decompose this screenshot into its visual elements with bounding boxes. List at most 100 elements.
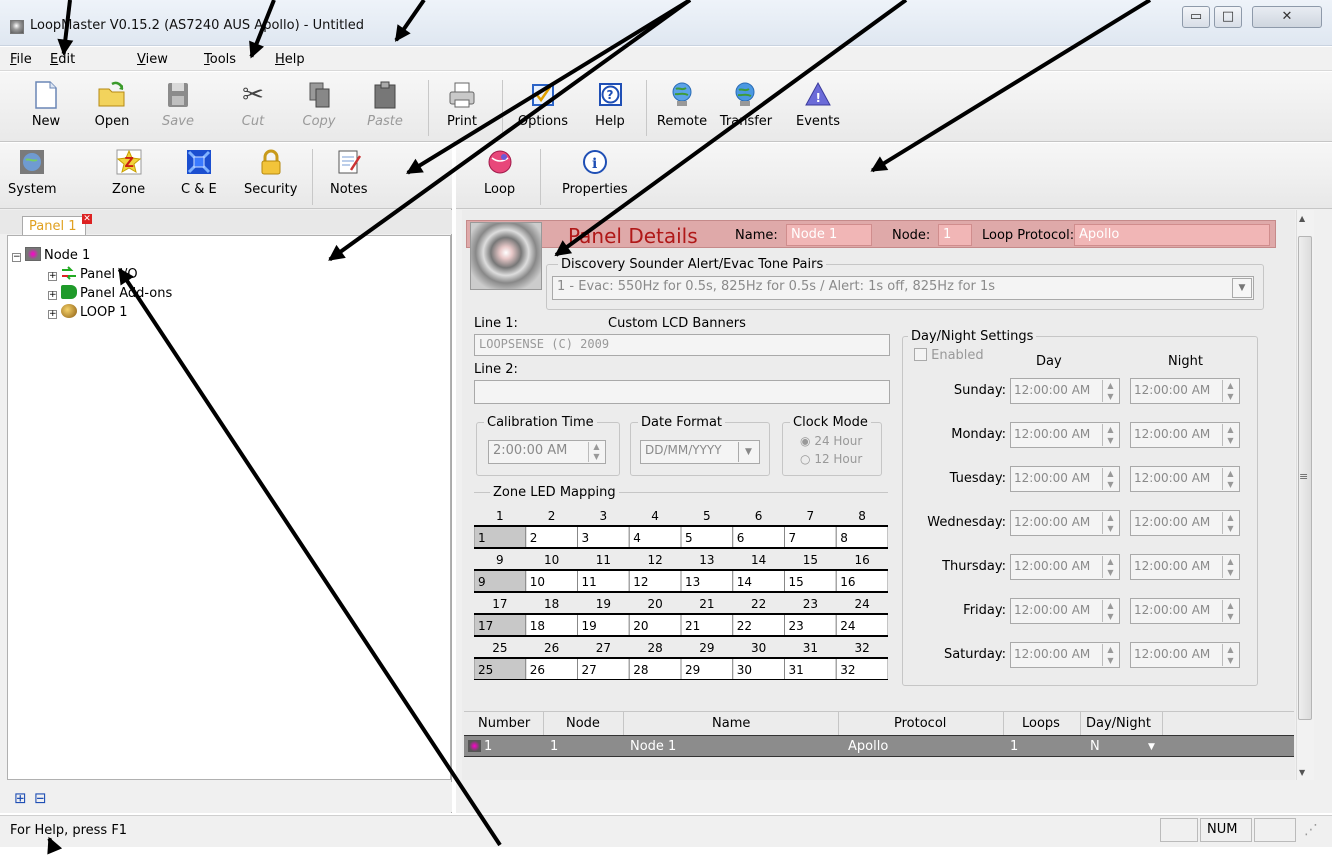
remote-button[interactable]: Remote	[652, 78, 712, 138]
spinner-arrows-icon[interactable]: ▲ ▼	[1222, 512, 1238, 534]
zone-led-mapped-value[interactable]: 7	[789, 531, 797, 545]
spinner-arrows-icon[interactable]: ▲ ▼	[1222, 380, 1238, 402]
col-day-night[interactable]: Day/Night	[1086, 716, 1151, 731]
menu-tools[interactable]: Tools	[204, 52, 236, 67]
spinner-arrows-icon[interactable]: ▲ ▼	[1222, 468, 1238, 490]
spinner-arrows-icon[interactable]: ▲ ▼	[1222, 644, 1238, 666]
notes-button[interactable]: Notes	[330, 148, 368, 197]
zone-button[interactable]: Z Zone	[112, 148, 145, 197]
zone-led-mapped-value[interactable]: 6	[737, 531, 745, 545]
zone-led-mapped-value[interactable]: 10	[530, 575, 545, 589]
tree-node-1[interactable]: − Node 1	[12, 247, 90, 263]
date-format-dropdown-icon[interactable]: ▼	[738, 442, 758, 462]
zone-led-mapped-value[interactable]: 26	[530, 663, 545, 677]
zone-led-mapped-value[interactable]: 9	[478, 575, 486, 589]
scroll-down-icon[interactable]: ▼	[1299, 768, 1305, 777]
open-button[interactable]: Open	[82, 78, 142, 138]
loop-button[interactable]: Loop	[484, 148, 515, 197]
save-button[interactable]: Save	[148, 78, 208, 138]
spinner-arrows-icon[interactable]: ▲ ▼	[1222, 600, 1238, 622]
col-number[interactable]: Number	[478, 716, 530, 731]
row-day-night[interactable]: N	[1090, 739, 1100, 754]
col-node[interactable]: Node	[566, 716, 600, 731]
line1-field[interactable]: LOOPSENSE (C) 2009	[474, 334, 890, 356]
scroll-up-icon[interactable]: ▲	[1299, 214, 1305, 223]
zone-led-mapped-value[interactable]: 27	[582, 663, 597, 677]
zone-led-mapped-value[interactable]: 22	[737, 619, 752, 633]
maximize-button[interactable]: □	[1214, 6, 1242, 28]
help-button[interactable]: ? Help	[580, 78, 640, 138]
paste-button[interactable]: Paste	[355, 78, 415, 138]
name-field[interactable]: Node 1	[786, 224, 872, 246]
spinner-arrows-icon[interactable]: ▲ ▼	[1222, 424, 1238, 446]
zone-led-mapped-value[interactable]: 12	[633, 575, 648, 589]
col-loops[interactable]: Loops	[1022, 716, 1060, 731]
spinner-arrows-icon[interactable]: ▲ ▼	[1102, 380, 1118, 402]
new-button[interactable]: New	[16, 78, 76, 138]
cause-effect-button[interactable]: C & E	[181, 148, 217, 197]
zone-led-mapped-value[interactable]: 29	[685, 663, 700, 677]
spinner-arrows-icon[interactable]: ▲ ▼	[1102, 600, 1118, 622]
enabled-checkbox[interactable]: Enabled	[914, 348, 984, 363]
zone-led-mapped-value[interactable]: 31	[789, 663, 804, 677]
close-button[interactable]: ✕	[1252, 6, 1322, 28]
minimize-button[interactable]: ▭	[1182, 6, 1210, 28]
spinner-arrows-icon[interactable]: ▲ ▼	[1102, 468, 1118, 490]
zone-led-mapped-value[interactable]: 24	[840, 619, 855, 633]
copy-button[interactable]: Copy	[289, 78, 349, 138]
clock-12-radio[interactable]: ○ 12 Hour	[800, 452, 862, 466]
tab-close-icon[interactable]: ✕	[82, 214, 92, 224]
zone-led-mapped-value[interactable]: 8	[840, 531, 848, 545]
zone-led-mapped-value[interactable]: 15	[789, 575, 804, 589]
clock-24-radio[interactable]: ◉ 24 Hour	[800, 434, 862, 448]
zone-led-mapped-value[interactable]: 2	[530, 531, 538, 545]
resize-grip-icon[interactable]: ⋰	[1304, 822, 1324, 842]
spinner-arrows-icon[interactable]: ▲ ▼	[1102, 644, 1118, 666]
loop-protocol-field[interactable]: Apollo	[1074, 224, 1270, 246]
menu-view[interactable]: View	[137, 52, 168, 67]
security-button[interactable]: Security	[244, 148, 297, 197]
zone-led-mapped-value[interactable]: 20	[633, 619, 648, 633]
zone-led-grid[interactable]: 1 2 3 4 5 6 7 81 2 3 4 5 6 7 89 10 11 12 13 14 15 169 10 11 12 13…	[474, 504, 888, 680]
tree-collapse-icon[interactable]: −	[12, 253, 21, 262]
spinner-arrows-icon[interactable]: ▲ ▼	[1102, 424, 1118, 446]
cut-button[interactable]: ✂ Cut	[223, 78, 283, 138]
zone-led-mapped-value[interactable]: 28	[633, 663, 648, 677]
zone-led-mapped-value[interactable]: 16	[840, 575, 855, 589]
calibration-spinner-arrows-icon[interactable]: ▲ ▼	[588, 442, 604, 462]
zone-led-mapped-value[interactable]: 1	[478, 531, 486, 545]
col-protocol[interactable]: Protocol	[894, 716, 946, 731]
zone-led-mapped-value[interactable]: 19	[582, 619, 597, 633]
tree-expand-icon[interactable]: +	[48, 272, 57, 281]
col-name[interactable]: Name	[712, 716, 750, 731]
expand-all-icon[interactable]: ⊞	[14, 789, 27, 807]
zone-led-mapped-value[interactable]: 30	[737, 663, 752, 677]
node-field[interactable]: 1	[938, 224, 972, 246]
spinner-arrows-icon[interactable]: ▲ ▼	[1102, 556, 1118, 578]
zone-led-mapped-value[interactable]: 11	[582, 575, 597, 589]
row-dropdown-icon[interactable]: ▼	[1148, 742, 1155, 752]
menu-help[interactable]: Help	[275, 52, 305, 67]
zone-led-mapped-value[interactable]: 21	[685, 619, 700, 633]
zone-led-mapped-value[interactable]: 25	[478, 663, 493, 677]
zone-led-mapped-value[interactable]: 23	[789, 619, 804, 633]
tree-expand-icon[interactable]: +	[48, 310, 57, 319]
collapse-all-icon[interactable]: ⊟	[34, 789, 47, 807]
zone-led-mapped-value[interactable]: 5	[685, 531, 693, 545]
tab-panel-1[interactable]: Panel 1	[22, 216, 86, 236]
zone-led-mapped-value[interactable]: 4	[633, 531, 641, 545]
zone-led-mapped-value[interactable]: 18	[530, 619, 545, 633]
discovery-select[interactable]: 1 - Evac: 550Hz for 0.5s, 825Hz for 0.5s…	[552, 276, 1254, 300]
spinner-arrows-icon[interactable]: ▲ ▼	[1102, 512, 1118, 534]
zone-led-mapped-value[interactable]: 17	[478, 619, 493, 633]
menu-file[interactable]: File	[10, 52, 32, 67]
dropdown-arrow-icon[interactable]: ▼	[1232, 278, 1252, 298]
tree-loop-1[interactable]: + LOOP 1	[48, 304, 128, 320]
properties-button[interactable]: i Properties	[562, 148, 628, 197]
zone-led-mapped-value[interactable]: 14	[737, 575, 752, 589]
system-button[interactable]: System	[8, 148, 56, 197]
zone-led-mapped-value[interactable]: 32	[840, 663, 855, 677]
tree-panel-addons[interactable]: + Panel Add-ons	[48, 285, 172, 301]
tree-expand-icon[interactable]: +	[48, 291, 57, 300]
spinner-arrows-icon[interactable]: ▲ ▼	[1222, 556, 1238, 578]
